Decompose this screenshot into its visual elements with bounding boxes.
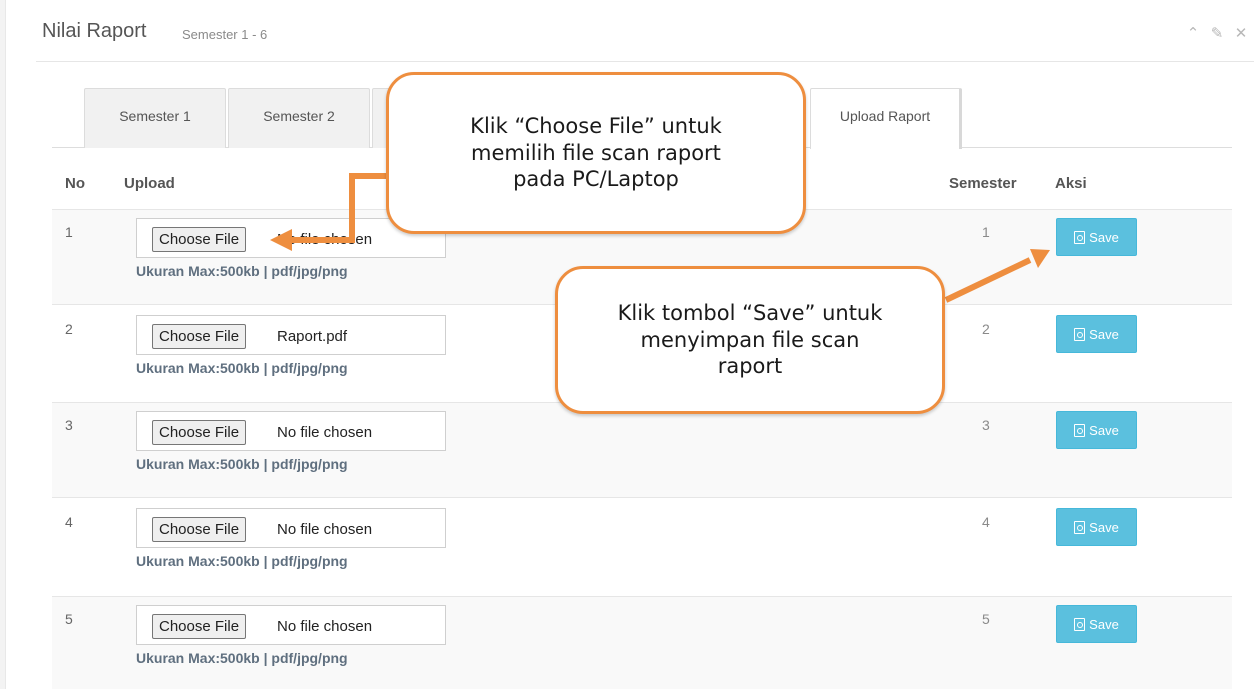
row-semester: 3: [982, 417, 990, 433]
save-button-label: Save: [1089, 229, 1119, 245]
table-row: 5 Choose File No file chosen Ukuran Max:…: [52, 596, 1232, 689]
row-number: 2: [65, 321, 73, 337]
save-button-label: Save: [1089, 519, 1119, 535]
choose-file-button[interactable]: Choose File: [152, 517, 247, 542]
save-button[interactable]: Save: [1056, 605, 1137, 643]
panel-tools: ⌃ ✎ ✕: [1186, 24, 1248, 42]
save-button[interactable]: Save: [1056, 218, 1137, 256]
close-icon[interactable]: ✕: [1234, 24, 1248, 42]
save-callout: Klik tombol “Save” untuk menyimpan file …: [555, 266, 945, 414]
wrench-icon[interactable]: ✎: [1210, 24, 1224, 42]
row-semester: 5: [982, 611, 990, 627]
chevron-up-icon[interactable]: ⌃: [1186, 24, 1200, 42]
file-size-hint: Ukuran Max:500kb | pdf/jpg/png: [136, 360, 348, 376]
save-button-label: Save: [1089, 616, 1119, 632]
file-size-hint: Ukuran Max:500kb | pdf/jpg/png: [136, 456, 348, 472]
save-button-label: Save: [1089, 422, 1119, 438]
file-input[interactable]: Choose File Raport.pdf: [136, 315, 446, 355]
choose-file-button[interactable]: Choose File: [152, 420, 247, 445]
column-header-aksi: Aksi: [1055, 175, 1087, 192]
file-name: No file chosen: [277, 231, 373, 248]
table-row: 3 Choose File No file chosen Ukuran Max:…: [52, 402, 1232, 498]
pdf-icon: [1074, 230, 1086, 244]
row-semester: 1: [982, 224, 990, 240]
callout-line: pada PC/Laptop: [513, 167, 679, 192]
row-number: 1: [65, 224, 73, 240]
column-header-semester: Semester: [949, 175, 1017, 192]
file-name: No file chosen: [277, 521, 373, 538]
callout-line: menyimpan file scan: [640, 327, 860, 352]
row-number: 3: [65, 417, 73, 433]
choose-file-button[interactable]: Choose File: [152, 614, 247, 639]
row-semester: 4: [982, 514, 990, 530]
page-title: Nilai Raport: [42, 20, 147, 42]
page-subtitle: Semester 1 - 6: [182, 27, 268, 42]
file-size-hint: Ukuran Max:500kb | pdf/jpg/png: [136, 263, 348, 279]
row-number: 5: [65, 611, 73, 627]
file-size-hint: Ukuran Max:500kb | pdf/jpg/png: [136, 553, 348, 569]
row-semester: 2: [982, 321, 990, 337]
choose-file-callout: Klik “Choose File” untuk memilih file sc…: [386, 72, 806, 234]
pdf-icon: [1074, 520, 1086, 534]
pdf-icon: [1074, 423, 1086, 437]
file-input[interactable]: Choose File No file chosen: [136, 508, 446, 548]
save-button-label: Save: [1089, 326, 1119, 342]
file-name: No file chosen: [277, 618, 373, 635]
save-button[interactable]: Save: [1056, 508, 1137, 546]
file-name: No file chosen: [277, 424, 373, 441]
pdf-icon: [1074, 327, 1086, 341]
table-row: 4 Choose File No file chosen Ukuran Max:…: [52, 500, 1232, 596]
column-header-upload: Upload: [124, 175, 175, 192]
tab-semester-2[interactable]: Semester 2: [228, 88, 370, 148]
column-header-no: No: [65, 175, 85, 192]
row-number: 4: [65, 514, 73, 530]
page-left-edge: [0, 0, 6, 689]
callout-line: Klik “Choose File” untuk: [470, 113, 722, 138]
panel-header: Nilai Raport Semester 1 - 6 ⌃ ✎ ✕: [36, 0, 1254, 62]
save-button[interactable]: Save: [1056, 315, 1137, 353]
callout-line: Klik tombol “Save” untuk: [617, 300, 883, 325]
choose-file-button[interactable]: Choose File: [152, 227, 247, 252]
tab-semester-1[interactable]: Semester 1: [84, 88, 226, 148]
callout-line: memilih file scan raport: [471, 140, 721, 165]
file-input[interactable]: Choose File No file chosen: [136, 411, 446, 451]
tab-upload-raport[interactable]: Upload Raport: [810, 88, 962, 149]
pdf-icon: [1074, 617, 1086, 631]
file-name: Raport.pdf: [277, 328, 348, 345]
save-button[interactable]: Save: [1056, 411, 1137, 449]
file-size-hint: Ukuran Max:500kb | pdf/jpg/png: [136, 650, 348, 666]
file-input[interactable]: Choose File No file chosen: [136, 605, 446, 645]
callout-line: raport: [717, 354, 783, 379]
choose-file-button[interactable]: Choose File: [152, 324, 247, 349]
